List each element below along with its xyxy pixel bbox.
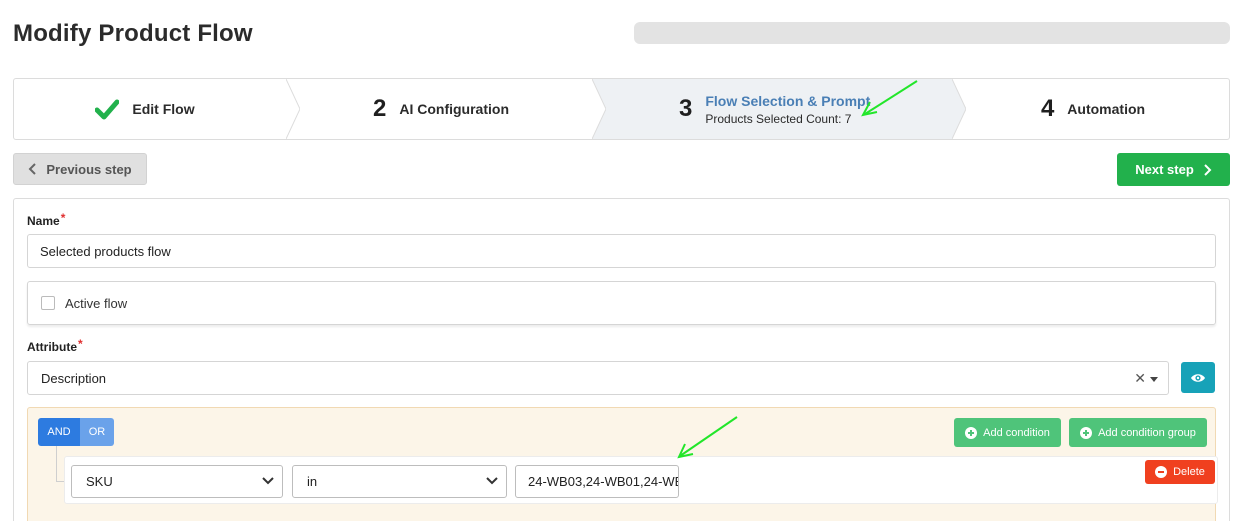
eye-icon <box>1191 373 1205 382</box>
step-flow-selection[interactable]: 3 Flow Selection & Prompt Products Selec… <box>592 79 952 139</box>
operator-value: in <box>307 474 318 489</box>
previous-step-button[interactable]: Previous step <box>13 153 147 185</box>
attribute-select[interactable]: Description ✕ <box>27 361 1169 395</box>
chevron-down-icon <box>486 477 498 485</box>
condition-group: AND OR Add condition Add condition group… <box>27 407 1218 521</box>
step-number: 4 <box>1040 95 1055 122</box>
add-condition-group-button[interactable]: Add condition group <box>1069 418 1207 447</box>
active-flow-toggle[interactable]: Active flow <box>27 281 1216 325</box>
step-divider <box>952 79 966 139</box>
add-condition-group-label: Add condition group <box>1098 426 1196 439</box>
tree-connector <box>56 446 64 482</box>
caret-down-icon[interactable] <box>1150 377 1158 382</box>
chevron-right-icon <box>1204 163 1212 176</box>
step-automation[interactable]: 4 Automation <box>966 79 1229 139</box>
required-mark: * <box>60 211 66 225</box>
active-flow-label: Active flow <box>65 295 128 311</box>
delete-rule-button[interactable]: Delete <box>1145 460 1215 484</box>
minus-circle-icon <box>1155 466 1168 478</box>
step-ai-configuration[interactable]: 2 AI Configuration <box>300 79 592 139</box>
next-step-button[interactable]: Next step <box>1117 153 1230 186</box>
next-step-label: Next step <box>1135 162 1194 177</box>
step-label: Automation <box>1067 101 1146 117</box>
steps-wizard: Edit Flow 2 AI Configuration 3 Flow Sele… <box>13 78 1230 140</box>
required-mark: * <box>78 337 83 351</box>
attribute-label: Attribute* <box>27 337 83 354</box>
condition-value-input[interactable]: 24-WB03,24-WB01,24-WB07 <box>515 465 679 498</box>
attribute-value: Description <box>41 370 107 386</box>
add-condition-label: Add condition <box>983 426 1050 439</box>
chevron-left-icon <box>28 163 37 175</box>
field-value: SKU <box>86 474 113 489</box>
loading-bar <box>634 22 1230 44</box>
or-button[interactable]: OR <box>80 418 114 446</box>
plus-circle-icon <box>965 426 978 439</box>
products-selected-count: Products Selected Count: 7 <box>705 111 852 126</box>
page-title: Modify Product Flow <box>13 20 253 47</box>
step-divider <box>592 79 606 139</box>
step-divider <box>286 79 300 139</box>
and-button[interactable]: AND <box>38 418 80 446</box>
delete-label: Delete <box>1173 466 1205 478</box>
preview-button[interactable] <box>1181 362 1215 393</box>
chevron-down-icon <box>262 477 274 485</box>
add-condition-button[interactable]: Add condition <box>954 418 1061 447</box>
plus-circle-icon <box>1080 426 1093 439</box>
name-input[interactable]: Selected products flow <box>27 234 1216 268</box>
step-label: AI Configuration <box>399 101 509 117</box>
field-select[interactable]: SKU <box>71 465 283 498</box>
name-label: Name* <box>27 211 66 228</box>
condition-rule: SKU in 24-WB03,24-WB01,24-WB07 Delete <box>64 456 1218 504</box>
step-number: 3 <box>679 95 693 122</box>
flow-form-panel: Name* Selected products flow Active flow… <box>13 198 1230 521</box>
step-edit-flow[interactable]: Edit Flow <box>14 79 286 139</box>
step-label: Edit Flow <box>132 101 195 117</box>
step-label: Flow Selection & Prompt <box>705 92 871 109</box>
previous-step-label: Previous step <box>46 161 132 177</box>
clear-icon[interactable]: ✕ <box>1134 370 1146 387</box>
active-flow-checkbox[interactable] <box>41 296 55 310</box>
step-number: 2 <box>372 95 387 122</box>
operator-select[interactable]: in <box>292 465 507 498</box>
check-icon <box>95 99 120 120</box>
